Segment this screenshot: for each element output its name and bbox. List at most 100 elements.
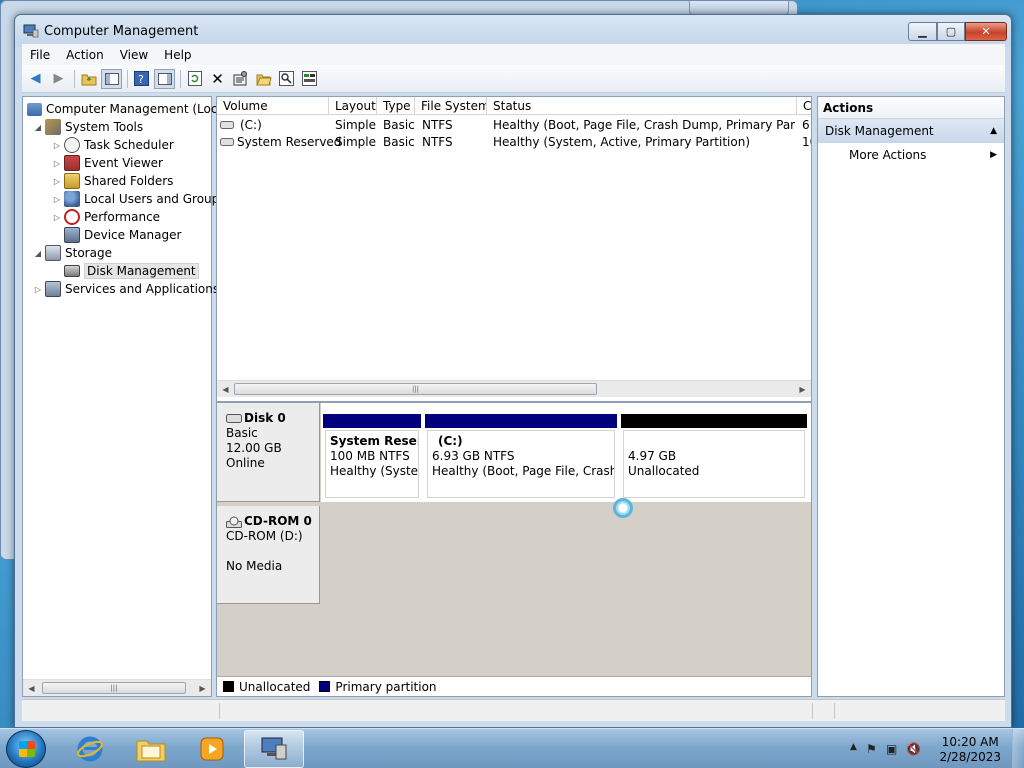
list-horizontal-scrollbar[interactable]: ◀ ||| ▶	[217, 380, 811, 397]
close-button[interactable]: ✕	[965, 22, 1007, 41]
disk-view-icon[interactable]	[299, 69, 320, 89]
collapse-arrow-icon[interactable]: ◢	[33, 123, 43, 132]
up-folder-icon[interactable]	[78, 69, 99, 89]
tree-label: System Tools	[65, 120, 144, 134]
tree-item-device-manager[interactable]: Device Manager	[64, 226, 181, 244]
cd-drive-icon	[226, 516, 242, 528]
minimize-button[interactable]: ▁	[908, 22, 937, 41]
show-hide-action-pane-icon[interactable]	[154, 68, 175, 89]
column-status[interactable]: Status	[487, 97, 797, 115]
help-icon[interactable]: ?	[131, 69, 152, 89]
refresh-icon[interactable]	[184, 69, 205, 89]
expand-arrow-icon[interactable]: ▷	[52, 177, 62, 186]
tree-label: Device Manager	[84, 228, 182, 242]
scroll-right-arrow-icon[interactable]: ▶	[194, 680, 211, 696]
partition-c-drive[interactable]: (C:) 6.93 GB NTFS Healthy (Boot, Page Fi…	[424, 413, 618, 501]
table-row[interactable]: (C:) Simple Basic NTFS Healthy (Boot, Pa…	[217, 117, 811, 134]
start-button[interactable]	[6, 730, 46, 768]
properties-icon[interactable]	[230, 69, 251, 89]
collapse-triangle-icon[interactable]: ▲	[990, 119, 997, 143]
maximize-button[interactable]: ▢	[937, 22, 965, 41]
services-icon	[45, 281, 61, 297]
background-window-buttons	[689, 1, 789, 15]
tree-item-task-scheduler[interactable]: ▷ Task Scheduler	[52, 136, 174, 154]
clock[interactable]: 10:20 AM 2/28/2023	[939, 735, 1001, 765]
scroll-left-arrow-icon[interactable]: ◀	[217, 381, 234, 397]
toolbar-separator	[180, 69, 181, 88]
column-volume[interactable]: Volume	[217, 97, 329, 115]
show-desktop-button[interactable]	[1012, 729, 1024, 768]
table-row[interactable]: System Reserved Simple Basic NTFS Health…	[217, 134, 811, 151]
action-center-flag-icon[interactable]: ⚑	[866, 742, 877, 756]
computer-management-icon	[261, 737, 287, 760]
menu-view[interactable]: View	[112, 48, 156, 62]
cell-type: Basic	[383, 118, 415, 132]
volume-muted-icon[interactable]: 🔇	[906, 742, 921, 756]
tree-item-services[interactable]: ▷ Services and Applications	[33, 280, 219, 298]
scrollbar-thumb[interactable]: |||	[234, 383, 597, 395]
expand-arrow-icon[interactable]: ▷	[52, 195, 62, 204]
windows-logo-icon	[19, 741, 35, 757]
delete-icon[interactable]: ✕	[207, 69, 228, 89]
console-tree: Computer Management (Local ◢ System Tools…	[22, 96, 228, 697]
show-hide-tree-icon[interactable]	[101, 68, 122, 89]
tree-item-local-users[interactable]: ▷ Local Users and Groups	[52, 190, 226, 208]
find-icon[interactable]	[276, 69, 297, 89]
disk-size: 12.00 GB	[226, 441, 282, 455]
taskbar-media-player[interactable]	[182, 730, 242, 768]
open-folder-icon[interactable]	[253, 69, 274, 89]
clock-date: 2/28/2023	[939, 750, 1001, 764]
device-manager-icon	[64, 227, 80, 243]
cell-status: Healthy (System, Active, Primary Partiti…	[493, 135, 751, 149]
legend-unallocated-label: Unallocated	[239, 679, 311, 694]
partition-system-reserved[interactable]: System Reserve 100 MB NTFS Healthy (Syst…	[322, 413, 422, 501]
network-icon[interactable]: ▣	[886, 742, 897, 756]
menu-action[interactable]: Action	[58, 48, 112, 62]
partition-size: 6.93 GB NTFS	[432, 449, 515, 463]
cell-volume: System Reserved	[237, 135, 342, 149]
tree-item-performance[interactable]: ▷ Performance	[52, 208, 160, 226]
tree-item-shared-folders[interactable]: ▷ Shared Folders	[52, 172, 173, 190]
collapse-arrow-icon[interactable]: ◢	[33, 249, 43, 258]
status-bar	[22, 699, 1005, 721]
tree-horizontal-scrollbar[interactable]: ◀ ||| ▶	[23, 679, 211, 696]
column-file-system[interactable]: File System	[415, 97, 487, 115]
back-icon[interactable]: ◀	[25, 69, 46, 89]
disk0-label[interactable]: Disk 0 Basic 12.00 GB Online	[217, 403, 320, 502]
column-type[interactable]: Type	[377, 97, 415, 115]
column-layout[interactable]: Layout	[329, 97, 377, 115]
scroll-left-arrow-icon[interactable]: ◀	[23, 680, 40, 696]
tree-item-event-viewer[interactable]: ▷ Event Viewer	[52, 154, 163, 172]
expand-arrow-icon[interactable]: ▷	[52, 159, 62, 168]
expand-arrow-icon[interactable]: ▷	[52, 213, 62, 222]
tree-item-storage[interactable]: ◢ Storage	[33, 244, 112, 262]
scrollbar-thumb[interactable]: |||	[42, 682, 186, 694]
taskbar-explorer[interactable]	[121, 730, 181, 768]
computer-management-icon	[23, 24, 39, 38]
cdrom0-area[interactable]	[321, 506, 811, 604]
tree-item-system-tools[interactable]: ◢ System Tools	[33, 118, 143, 136]
cdrom-name: CD-ROM 0	[244, 514, 312, 528]
show-hidden-icons-icon[interactable]: ▲	[850, 742, 857, 752]
tree-item-disk-management[interactable]: Disk Management	[64, 262, 199, 280]
more-actions-item[interactable]: More Actions ▶	[818, 143, 1004, 167]
menu-file[interactable]: File	[22, 48, 58, 62]
title-bar[interactable]: Computer Management ▁ ▢ ✕	[15, 15, 1011, 47]
computer-management-window: Computer Management ▁ ▢ ✕ File Action Vi…	[14, 14, 1012, 728]
scroll-right-arrow-icon[interactable]: ▶	[794, 381, 811, 397]
taskbar-internet-explorer[interactable]	[60, 730, 120, 768]
expand-arrow-icon[interactable]: ▷	[52, 141, 62, 150]
column-capacity[interactable]: C	[797, 97, 811, 115]
tree-label: Event Viewer	[84, 156, 163, 170]
tree-item-root[interactable]: Computer Management (Local	[27, 100, 228, 118]
forward-icon[interactable]: ▶	[48, 69, 69, 89]
menu-help[interactable]: Help	[156, 48, 199, 62]
tree-label: Disk Management	[84, 263, 199, 279]
cell-capacity: 10	[802, 135, 811, 149]
submenu-arrow-icon: ▶	[990, 150, 997, 160]
cdrom0-label[interactable]: CD-ROM 0 CD-ROM (D:) No Media	[217, 506, 320, 604]
partition-unallocated[interactable]: 4.97 GB Unallocated	[620, 413, 808, 501]
actions-section-disk-management[interactable]: Disk Management ▲	[818, 119, 1004, 143]
expand-arrow-icon[interactable]: ▷	[33, 285, 43, 294]
taskbar-computer-management[interactable]	[244, 730, 304, 768]
